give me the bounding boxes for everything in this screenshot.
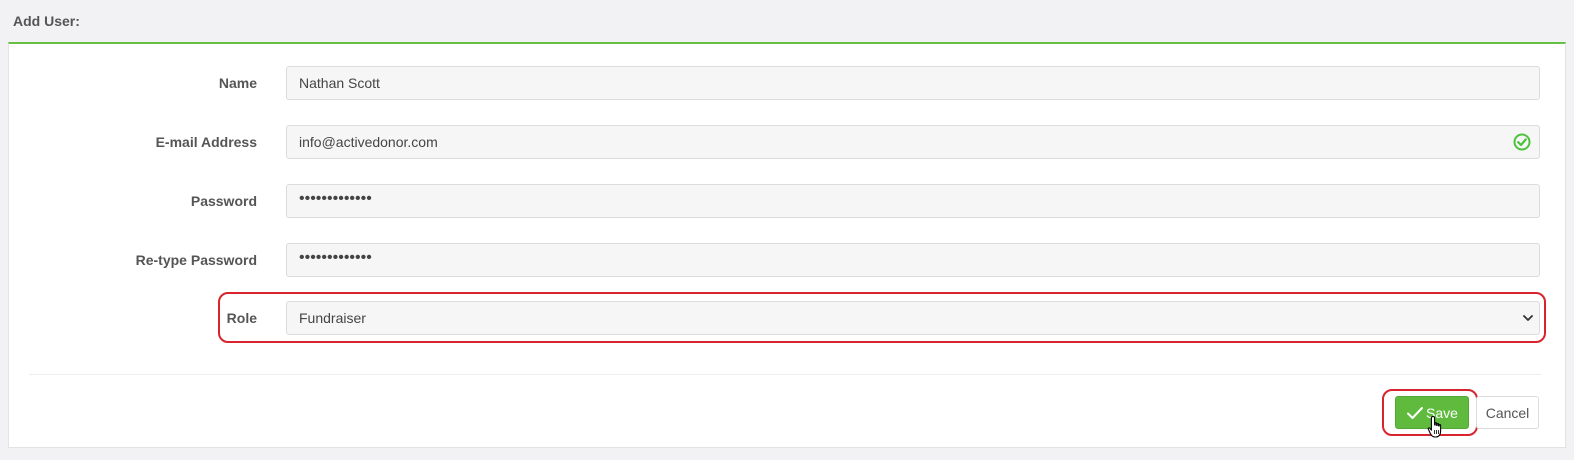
name-input[interactable]: Nathan Scott bbox=[286, 66, 1540, 100]
password-input[interactable]: ••••••••••••• bbox=[286, 184, 1540, 218]
panel-title: Add User: bbox=[13, 13, 80, 29]
add-user-form: Name Nathan Scott E-mail Address info@ac… bbox=[8, 42, 1566, 448]
password-row: Password ••••••••••••• bbox=[9, 184, 1567, 218]
email-value: info@activedonor.com bbox=[299, 134, 438, 150]
form-divider bbox=[29, 374, 1541, 375]
panel-header: Add User: bbox=[8, 0, 1566, 43]
email-input[interactable]: info@activedonor.com bbox=[286, 125, 1540, 159]
email-row: E-mail Address info@activedonor.com bbox=[9, 125, 1567, 159]
retype-password-label: Re-type Password bbox=[135, 252, 257, 268]
checkmark-icon bbox=[1407, 406, 1424, 419]
check-circle-icon bbox=[1513, 133, 1531, 151]
retype-password-input[interactable]: ••••••••••••• bbox=[286, 243, 1540, 277]
email-label: E-mail Address bbox=[155, 134, 257, 150]
role-selected-value: Fundraiser bbox=[299, 310, 366, 326]
password-label: Password bbox=[190, 193, 257, 209]
chevron-down-icon bbox=[1523, 315, 1533, 321]
hand-cursor-icon bbox=[1427, 415, 1442, 438]
role-select[interactable]: Fundraiser bbox=[286, 301, 1540, 335]
role-row: Role Fundraiser bbox=[9, 301, 1567, 335]
role-label: Role bbox=[226, 310, 257, 326]
cancel-button[interactable]: Cancel bbox=[1476, 396, 1539, 429]
retype-password-row: Re-type Password ••••••••••••• bbox=[9, 243, 1567, 277]
name-row: Name Nathan Scott bbox=[9, 66, 1567, 100]
name-label: Name bbox=[218, 75, 257, 91]
